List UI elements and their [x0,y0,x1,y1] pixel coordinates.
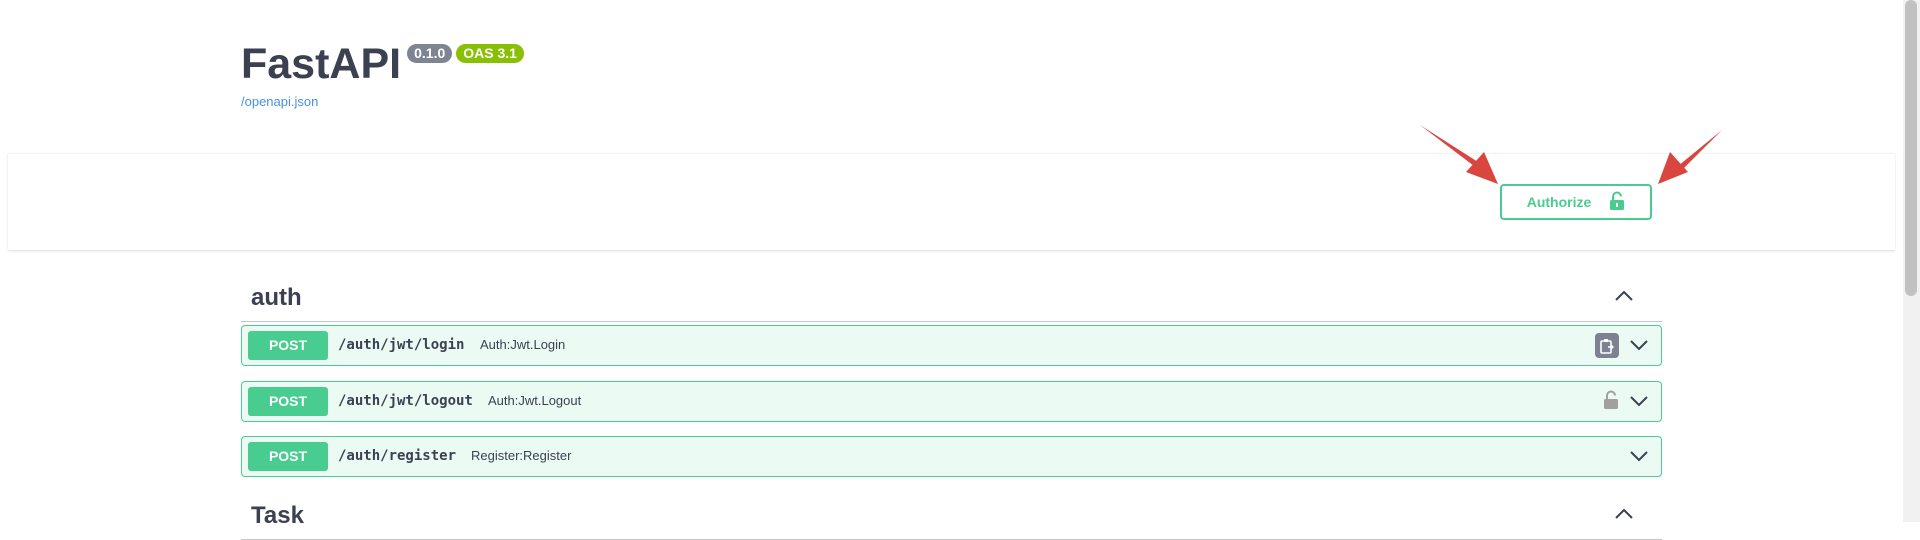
unlocked-icon [1609,191,1625,214]
annotation-arrow-right-icon [1658,130,1722,184]
copy-icon[interactable] [1595,333,1619,358]
api-info: FastAPI 0.1.0 OAS 3.1 /openapi.json [241,38,524,109]
operation-summary: Auth:Jwt.Logout [488,393,582,408]
annotation-arrow-left-icon [1420,125,1498,184]
api-title: FastAPI [241,40,402,88]
operation-auth-jwt-login[interactable]: POST /auth/jwt/login Auth:Jwt.Login [241,325,1662,366]
operation-auth-register[interactable]: POST /auth/register Register:Register [241,436,1662,477]
chevron-up-icon[interactable] [1614,506,1634,525]
operation-summary: Register:Register [471,448,572,463]
operation-path: /auth/register [338,448,457,464]
title-row: FastAPI 0.1.0 OAS 3.1 [241,38,524,90]
operation-summary: Auth:Jwt.Login [480,337,566,352]
oas-badge: OAS 3.1 [456,44,524,63]
lock-icon[interactable] [1603,390,1619,415]
tag-name: Task [251,502,304,529]
scrollbar-thumb[interactable] [1905,0,1917,296]
tag-section-auth[interactable]: auth [241,272,1662,322]
operation-path: /auth/jwt/login [338,337,465,353]
openapi-json-link[interactable]: /openapi.json [241,94,524,109]
method-badge: POST [248,331,328,360]
tag-section-task[interactable]: Task [241,490,1662,540]
chevron-down-icon[interactable] [1629,394,1649,413]
operation-path: /auth/jwt/logout [338,393,473,409]
method-badge: POST [248,442,328,471]
version-badge: 0.1.0 [407,44,453,63]
method-badge: POST [248,387,328,416]
chevron-up-icon[interactable] [1614,288,1634,307]
authorize-button[interactable]: Authorize [1500,184,1652,220]
tag-name: auth [251,284,302,311]
authorize-label: Authorize [1526,194,1592,210]
chevron-down-icon[interactable] [1629,449,1649,468]
chevron-down-icon[interactable] [1629,338,1649,357]
operation-auth-jwt-logout[interactable]: POST /auth/jwt/logout Auth:Jwt.Logout [241,381,1662,422]
